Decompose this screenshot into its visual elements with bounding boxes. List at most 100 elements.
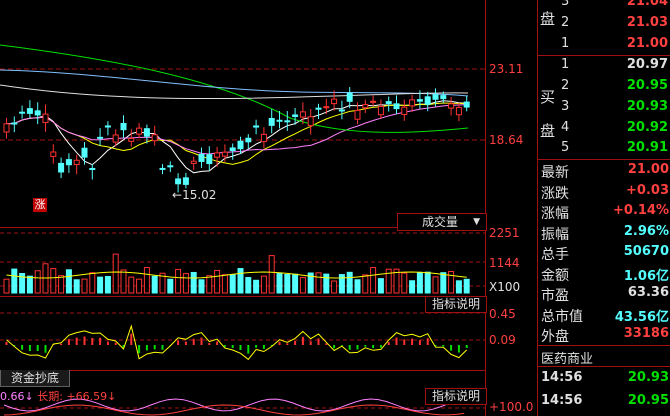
quote-value: +0.03 xyxy=(626,182,669,198)
volume-bar xyxy=(401,272,408,294)
candle-body xyxy=(401,106,408,115)
indicator-label-low: 0.09 xyxy=(489,333,516,347)
low-price-marker: ←15.02 xyxy=(172,188,217,202)
buy-price: 20.95 xyxy=(626,78,668,93)
candle-body xyxy=(214,152,221,158)
quote-row: 总市值 43.56亿 xyxy=(541,306,669,326)
axis-divider xyxy=(485,0,486,416)
volume-bar xyxy=(214,269,221,294)
candle-body xyxy=(151,134,158,142)
candle-body xyxy=(206,154,213,165)
quote-value: 63.36 xyxy=(627,285,669,300)
volume-selector[interactable]: 成交量 ▼ xyxy=(397,213,487,231)
volume-label-mid: 1144 xyxy=(489,256,520,270)
indicator-bars xyxy=(5,324,468,361)
buy-level: 5 xyxy=(561,140,570,155)
volume-bar xyxy=(190,271,197,294)
candle-body xyxy=(448,103,455,109)
volume-bar xyxy=(245,277,252,294)
bottom-indicator-help-button[interactable]: 指标说明 xyxy=(425,388,487,405)
candle-body xyxy=(34,110,41,116)
quote-value: 50670 xyxy=(623,244,669,259)
quote-row: 外盘 33186 xyxy=(541,326,669,346)
buy-level: 4 xyxy=(561,120,570,135)
volume-bar xyxy=(73,279,80,294)
candle-body xyxy=(229,147,236,152)
buy-row-2[interactable]: 2 20.95 xyxy=(558,78,668,96)
candle-body xyxy=(221,151,228,157)
industry-label[interactable]: 医药商业 xyxy=(541,348,593,367)
volume-bar xyxy=(409,280,416,294)
volume-bar xyxy=(112,253,119,294)
candle-body xyxy=(331,98,338,105)
price-label-high: 23.11 xyxy=(489,62,524,76)
buy-row-3[interactable]: 3 20.93 xyxy=(558,99,668,117)
volume-selector-label: 成交量 xyxy=(422,215,459,229)
volume-bar xyxy=(3,278,10,294)
bottom-legend-long: 长期: +66.59↓ xyxy=(37,390,117,403)
buy-level: 2 xyxy=(561,78,570,93)
volume-bar xyxy=(432,276,439,294)
quote-row: 最新 21.00 xyxy=(541,162,669,182)
candle-body xyxy=(307,116,314,127)
sell-row-3[interactable]: 3 21.04 xyxy=(558,0,668,12)
quote-value: 1.06亿 xyxy=(623,268,669,284)
candle-body xyxy=(284,120,291,123)
tab-capital-bottom[interactable]: 资金抄底 xyxy=(0,370,70,387)
volume-bar xyxy=(276,272,283,294)
volume-bar xyxy=(260,275,267,294)
quote-label: 涨跌 xyxy=(541,185,569,202)
sell-row-2[interactable]: 2 21.03 xyxy=(558,15,668,33)
price-label-low: 18.64 xyxy=(489,133,524,147)
buy-price: 20.97 xyxy=(626,57,668,72)
sell-row-1[interactable]: 1 21.00 xyxy=(558,36,668,54)
low-price-value: 15.02 xyxy=(182,188,217,202)
candle-body xyxy=(182,177,189,185)
tick-time: 14:56 xyxy=(541,370,583,385)
bottom-label: +100.0 xyxy=(489,400,534,414)
bottom-legend: 0.66↓ 长期: +66.59↓ xyxy=(0,388,116,404)
indicator-help-button[interactable]: 指标说明 xyxy=(425,296,487,313)
industry-divider xyxy=(538,366,670,367)
volume-bar xyxy=(346,271,353,294)
candle-body xyxy=(104,125,111,128)
candle-body xyxy=(175,178,182,185)
volume-bar xyxy=(370,267,377,294)
volume-bar xyxy=(253,279,260,294)
quote-label: 涨幅 xyxy=(541,206,569,222)
candle-body xyxy=(354,109,361,120)
candle-body xyxy=(276,119,283,122)
ma250-line xyxy=(0,84,469,100)
candle-body xyxy=(42,113,49,124)
buy-price: 20.91 xyxy=(626,140,668,155)
quote-panel: 盘 3 21.04 2 21.03 1 21.00 买 盘 1 20.97 2 … xyxy=(537,0,670,416)
candle-body xyxy=(190,160,197,164)
buy-label-char: 买 xyxy=(540,88,556,106)
buy-row-1[interactable]: 1 20.97 xyxy=(558,57,668,75)
volume-bar xyxy=(268,255,275,294)
kline-chart[interactable] xyxy=(0,0,485,416)
sell-price: 21.00 xyxy=(626,36,668,51)
quote-label: 总手 xyxy=(541,247,569,263)
volume-bar xyxy=(354,279,361,294)
quote-label: 金额 xyxy=(541,267,569,284)
volume-bar xyxy=(221,274,228,294)
volume-bars xyxy=(3,253,470,294)
buy-row-5[interactable]: 5 20.91 xyxy=(558,140,668,158)
candle-body xyxy=(268,118,275,126)
ma20-line xyxy=(6,104,467,155)
candle-body xyxy=(11,122,18,125)
candle-body xyxy=(50,151,57,157)
volume-bar xyxy=(136,278,143,294)
candle-body xyxy=(253,125,260,128)
volume-bar xyxy=(128,276,135,294)
candle-body xyxy=(65,159,72,166)
buy-row-4[interactable]: 4 20.92 xyxy=(558,120,668,138)
sell-price: 21.04 xyxy=(626,0,668,9)
candle-body xyxy=(455,107,462,116)
volume-bar xyxy=(416,271,423,294)
candle-body xyxy=(432,94,439,100)
quote-value: 21.00 xyxy=(627,162,669,177)
candle-body xyxy=(112,134,119,143)
quote-label: 外盘 xyxy=(541,329,569,345)
